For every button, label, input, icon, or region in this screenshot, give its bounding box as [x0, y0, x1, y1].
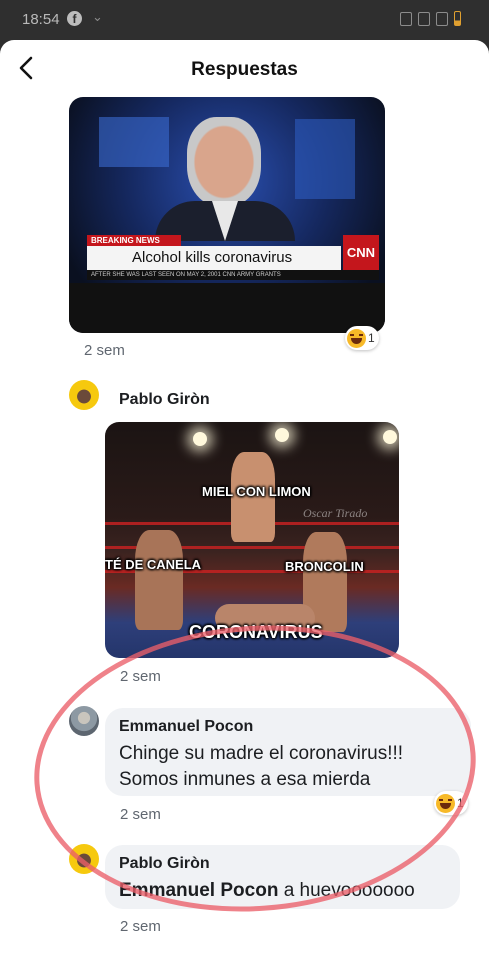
mention-link[interactable]: Emmanuel Pocon	[119, 880, 278, 901]
facebook-icon: f	[67, 11, 82, 26]
header: Respuestas	[0, 40, 489, 100]
comment-text: Chinge su madre el coronavirus!!! Somos …	[119, 743, 404, 790]
breaking-news-label: BREAKING NEWS	[87, 235, 181, 246]
comment-author[interactable]: Emmanuel Pocon	[119, 718, 253, 736]
mute-icon	[400, 11, 412, 26]
status-time: 18:54	[22, 11, 60, 28]
comment-author[interactable]: Pablo Giròn	[119, 391, 210, 409]
anchor-head	[187, 117, 261, 207]
news-ticker: AFTER SHE WAS LAST SEEN ON MAY 2, 2001 C…	[87, 270, 379, 280]
replies-sheet: Respuestas BREAKING NEWS Alcohol kills c…	[0, 40, 489, 960]
status-bar: 18:54 f ⌄	[0, 0, 489, 40]
haha-emoji-icon	[436, 793, 455, 813]
reply-time: 2 sem	[120, 918, 161, 935]
wifi-icon	[418, 11, 430, 26]
cnn-meme-image[interactable]: BREAKING NEWS Alcohol kills coronavirus …	[69, 97, 385, 333]
avatar[interactable]	[69, 380, 99, 410]
page-title: Respuestas	[191, 59, 298, 80]
meme-label: MIEL CON LIMON	[202, 484, 311, 499]
battery-icon	[454, 11, 461, 26]
wrestling-meme-image[interactable]: MIEL CON LIMON TÉ DE CANELA BRONCOLIN CO…	[105, 422, 399, 658]
news-frame: BREAKING NEWS Alcohol kills coronavirus …	[69, 97, 385, 333]
reply-time: 2 sem	[84, 342, 125, 359]
reaction-count: 1	[368, 331, 375, 345]
reply-time: 2 sem	[120, 806, 161, 823]
haha-emoji-icon	[347, 328, 366, 348]
meme-label: BRONCOLIN	[285, 559, 364, 574]
reaction-badge[interactable]: 1	[434, 791, 468, 815]
comment-text: Emmanuel Pocon a huevooooooo	[119, 880, 415, 901]
avatar[interactable]	[69, 706, 99, 736]
avatar[interactable]	[69, 844, 99, 874]
comment-bubble[interactable]: Pablo Giròn Emmanuel Pocon a huevooooooo	[105, 845, 460, 909]
system-icons	[400, 11, 461, 26]
comment-author[interactable]: Pablo Giròn	[119, 855, 210, 873]
meme-label: CORONAVIRUS	[189, 622, 323, 642]
meme-label: TÉ DE CANELA	[105, 557, 202, 572]
comment-bubble[interactable]: Emmanuel Pocon Chinge su madre el corona…	[105, 708, 471, 796]
cnn-logo: CNN	[343, 235, 379, 270]
reaction-count: 1	[457, 796, 464, 810]
wrestler-left	[135, 530, 183, 630]
headline-text: Alcohol kills coronavirus	[87, 246, 341, 270]
watermark: Oscar Tirado	[303, 506, 368, 520]
reply-time: 2 sem	[120, 668, 161, 685]
signal-icon	[436, 11, 448, 26]
reaction-badge[interactable]: 1	[345, 326, 379, 350]
wrestling-ring: MIEL CON LIMON TÉ DE CANELA BRONCOLIN CO…	[105, 422, 399, 658]
chevron-down-icon: ⌄	[92, 9, 103, 24]
